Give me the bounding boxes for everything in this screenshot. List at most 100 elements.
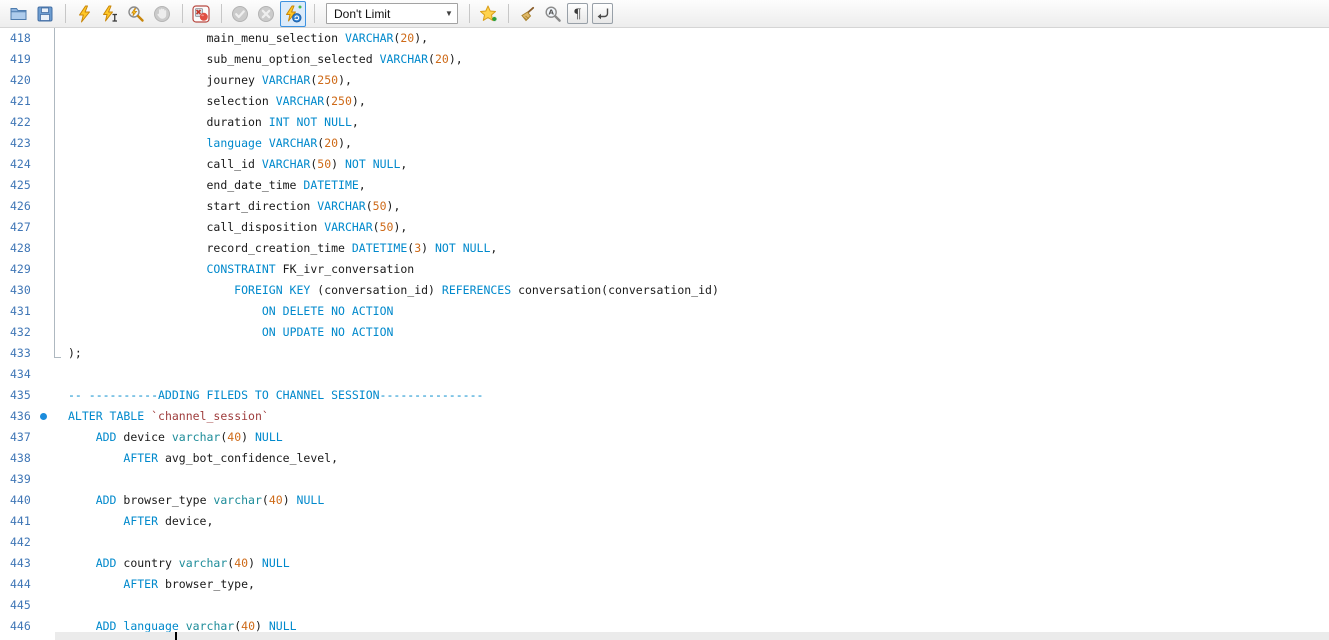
code-text: FOREIGN KEY (conversation_id) REFERENCES… [68,280,719,301]
sql-editor[interactable]: 418 main_menu_selection VARCHAR(20),419 … [0,28,1329,640]
line-number: 435 [10,385,31,406]
line-number: 434 [10,364,31,385]
code-line[interactable]: 424 call_id VARCHAR(50) NOT NULL, [0,154,1329,175]
code-text: ADD browser_type varchar(40) NULL [68,490,324,511]
line-number: 418 [10,28,31,49]
open-script-button[interactable] [7,2,31,26]
text-caret [175,632,177,640]
code-line[interactable]: 418 main_menu_selection VARCHAR(20), [0,28,1329,49]
code-text: AFTER avg_bot_confidence_level, [68,448,338,469]
show-invisibles-toggle[interactable]: ¶ [567,3,588,24]
code-text: ALTER TABLE `channel_session` [68,406,269,427]
pilcrow-icon: ¶ [573,5,581,23]
broom-icon [518,5,536,23]
line-number: 425 [10,175,31,196]
code-text: main_menu_selection VARCHAR(20), [68,28,428,49]
code-line[interactable]: 440 ADD browser_type varchar(40) NULL [0,490,1329,511]
line-number: 432 [10,322,31,343]
line-number: 436 [10,406,31,427]
code-line[interactable]: 427 call_disposition VARCHAR(50), [0,217,1329,238]
line-number: 431 [10,301,31,322]
code-line[interactable]: 429 CONSTRAINT FK_ivr_conversation [0,259,1329,280]
code-text: AFTER browser_type, [68,574,255,595]
code-text: start_direction VARCHAR(50), [68,196,400,217]
x-circle-icon [257,5,275,23]
line-number: 427 [10,217,31,238]
beautify-script-button[interactable] [515,2,539,26]
bolt-auto-icon [284,5,302,23]
explain-plan-button[interactable] [124,2,148,26]
autocommit-toggle[interactable] [280,1,306,27]
toolbar-separator [182,4,183,23]
limit-rows-dropdown[interactable]: Don't Limit▼ [326,3,458,24]
code-text: ADD country varchar(40) NULL [68,553,290,574]
code-line[interactable]: 445 [0,595,1329,616]
hand-icon [153,5,171,23]
code-line[interactable]: 420 journey VARCHAR(250), [0,70,1329,91]
toolbar-separator [314,4,315,23]
toolbar: Don't Limit▼ A ¶ [0,0,1329,28]
code-text: record_creation_time DATETIME(3) NOT NUL… [68,238,497,259]
code-text: end_date_time DATETIME, [68,175,366,196]
code-line[interactable]: 431 ON DELETE NO ACTION [0,301,1329,322]
code-text: call_id VARCHAR(50) NOT NULL, [68,154,407,175]
stop-error-icon [192,5,210,23]
code-line[interactable]: 430 FOREIGN KEY (conversation_id) REFERE… [0,280,1329,301]
bolt-cursor-icon [101,5,119,23]
line-number: 422 [10,112,31,133]
check-circle-icon [231,5,249,23]
line-number: 438 [10,448,31,469]
save-script-button[interactable] [33,2,57,26]
stop-execution-button [150,2,174,26]
code-line[interactable]: 436 ALTER TABLE `channel_session` [0,406,1329,427]
code-line[interactable]: 426 start_direction VARCHAR(50), [0,196,1329,217]
code-text: ON DELETE NO ACTION [68,301,393,322]
code-line[interactable]: 422 duration INT NOT NULL, [0,112,1329,133]
line-number: 429 [10,259,31,280]
line-number: 421 [10,91,31,112]
line-number: 426 [10,196,31,217]
code-line[interactable]: 435 -- ----------ADDING FILEDS TO CHANNEL… [0,385,1329,406]
current-line-highlight [55,632,1329,640]
code-line[interactable]: 442 [0,532,1329,553]
code-line[interactable]: 428 record_creation_time DATETIME(3) NOT… [0,238,1329,259]
code-line[interactable]: 432 ON UPDATE NO ACTION [0,322,1329,343]
code-text: -- ----------ADDING FILEDS TO CHANNEL SE… [68,385,483,406]
code-line[interactable]: 421 selection VARCHAR(250), [0,91,1329,112]
code-line[interactable]: 423 language VARCHAR(20), [0,133,1329,154]
toolbar-separator [65,4,66,23]
code-line[interactable]: 437 ADD device varchar(40) NULL [0,427,1329,448]
code-line[interactable]: 434 [0,364,1329,385]
line-number: 444 [10,574,31,595]
code-line[interactable]: 443 ADD country varchar(40) NULL [0,553,1329,574]
toolbar-separator [221,4,222,23]
code-text: ON UPDATE NO ACTION [68,322,393,343]
line-number: 443 [10,553,31,574]
save-snippet-button[interactable] [476,2,500,26]
code-text: ADD device varchar(40) NULL [68,427,283,448]
execute-current-statement-button[interactable] [98,2,122,26]
svg-text:A: A [548,8,554,16]
wrap-icon [595,6,611,22]
bolt-icon [76,5,93,23]
star-plus-icon [479,5,497,23]
code-line[interactable]: 439 [0,469,1329,490]
code-text: selection VARCHAR(250), [68,91,366,112]
code-line[interactable]: 441 AFTER device, [0,511,1329,532]
code-line[interactable]: 438 AFTER avg_bot_confidence_level, [0,448,1329,469]
chevron-down-icon: ▼ [441,9,457,18]
code-line[interactable]: 419 sub_menu_option_selected VARCHAR(20)… [0,49,1329,70]
limit-dropdown-value: Don't Limit [327,7,441,21]
code-text: language VARCHAR(20), [68,133,352,154]
code-line[interactable]: 444 AFTER browser_type, [0,574,1329,595]
floppy-icon [37,6,53,22]
execute-script-button[interactable] [72,2,96,26]
search-bolt-icon [127,5,145,23]
wrap-text-toggle[interactable] [592,3,613,24]
code-line[interactable]: 433); [0,343,1329,364]
find-button[interactable]: A [541,2,565,26]
line-number: 440 [10,490,31,511]
code-line[interactable]: 425 end_date_time DATETIME, [0,175,1329,196]
stop-on-error-toggle[interactable] [189,2,213,26]
code-text: call_disposition VARCHAR(50), [68,217,407,238]
